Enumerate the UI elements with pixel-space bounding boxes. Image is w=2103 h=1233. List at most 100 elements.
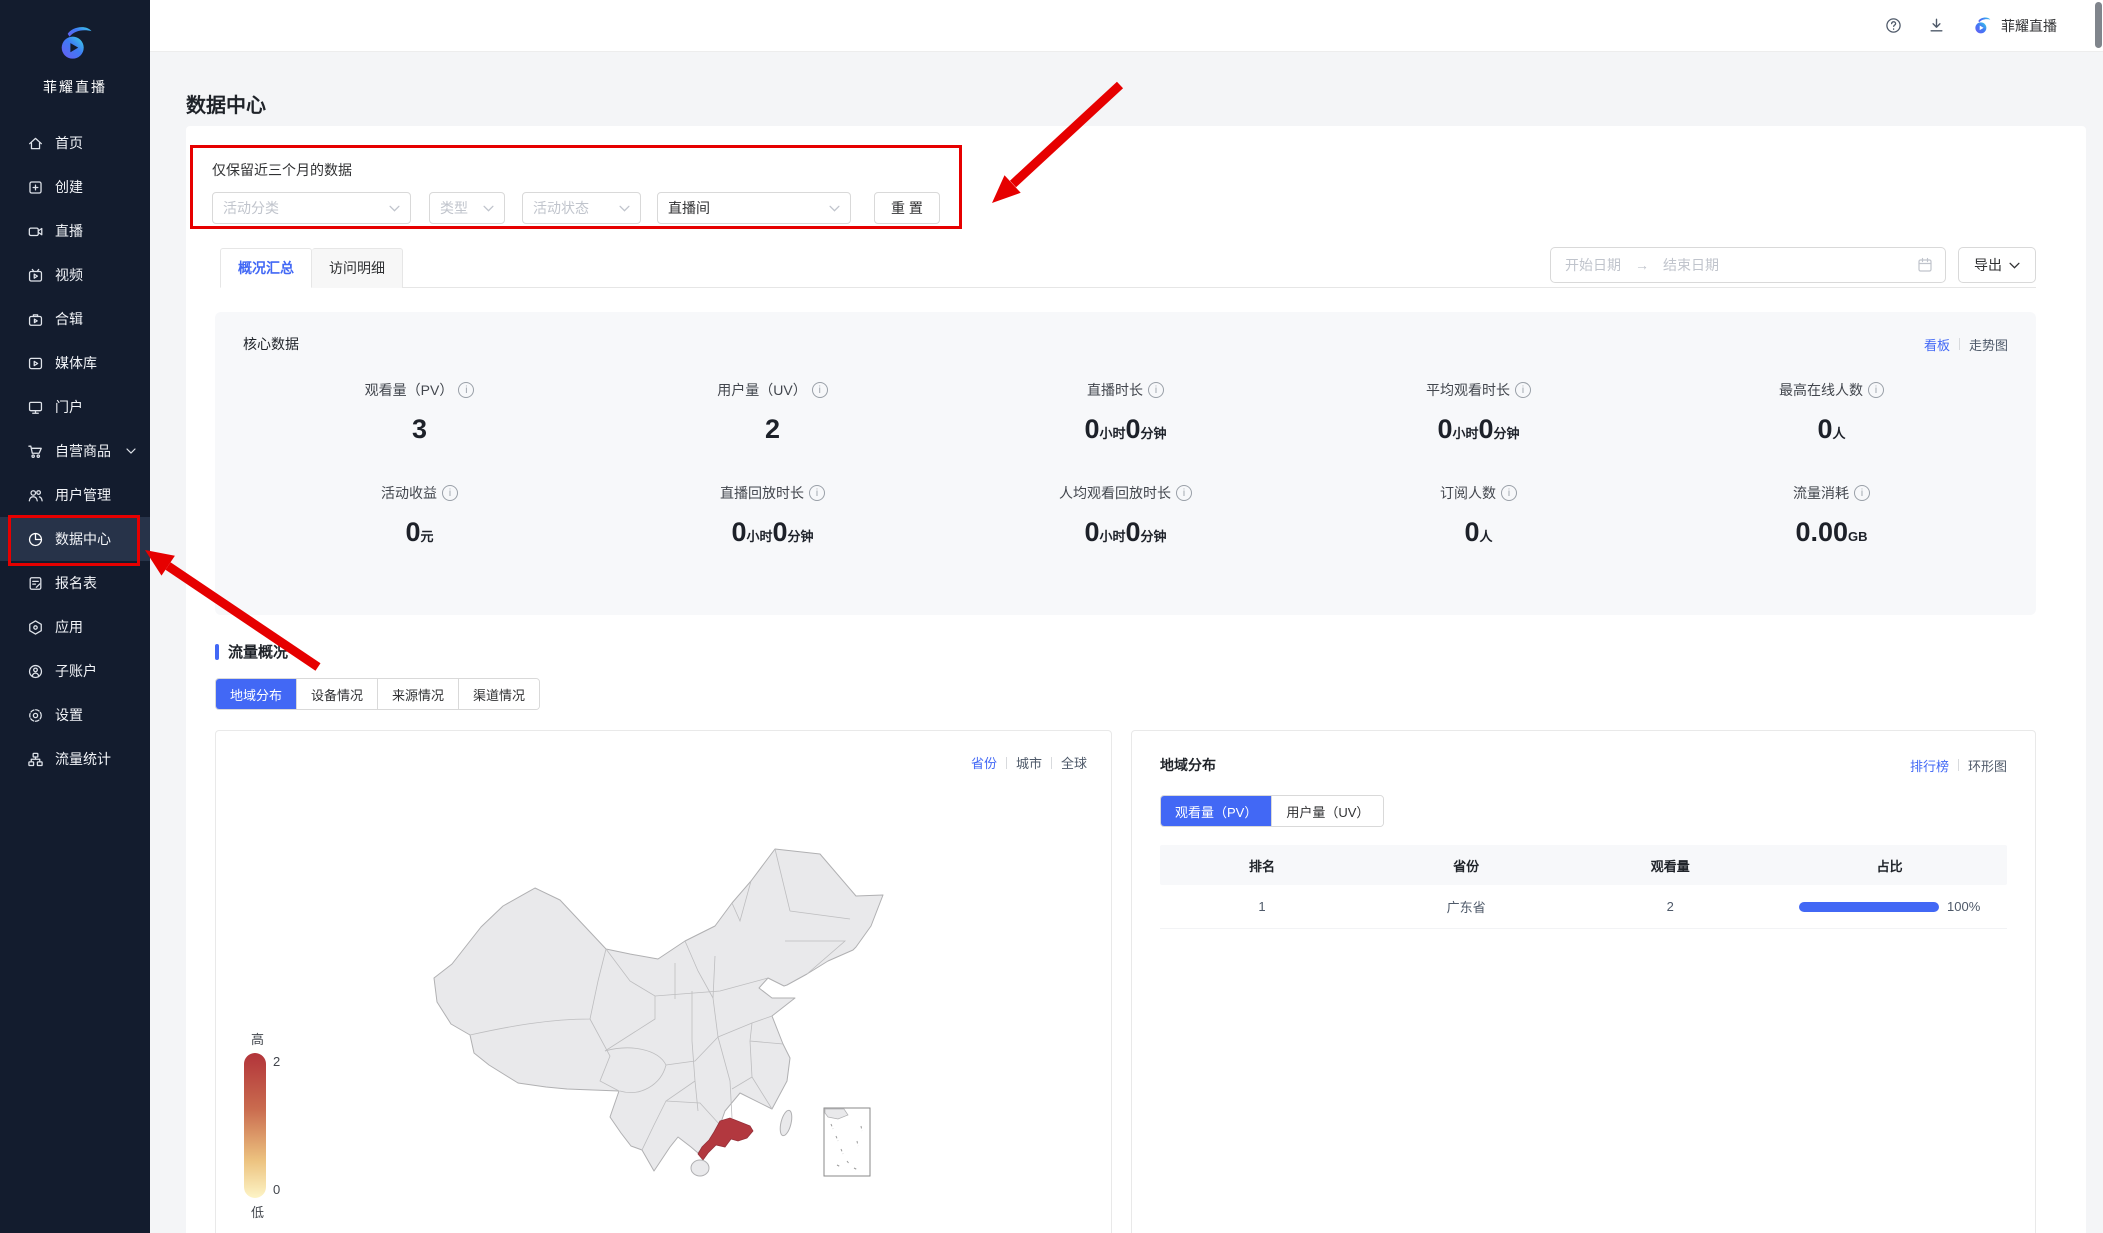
sidebar-item-label: 创建 [55, 177, 83, 197]
sidebar-item-traffic-stats[interactable]: 流量统计 [0, 737, 150, 781]
info-icon[interactable] [458, 382, 474, 398]
tab-views-pv[interactable]: 观看量（PV） [1161, 796, 1271, 826]
reset-button[interactable]: 重 置 [874, 192, 940, 224]
brand-logo-small-icon [1971, 15, 1993, 37]
app-window: 菲耀直播 首页 创建 直播 视频 合辑 [0, 0, 2103, 1233]
view-trend[interactable]: 走势图 [1969, 335, 2008, 354]
legend-high-label: 高 [251, 1029, 280, 1048]
sidebar-item-label: 视频 [55, 265, 83, 285]
sidebar-nav: 首页 创建 直播 视频 合辑 媒体库 [0, 121, 150, 781]
type-select[interactable]: 类型 [429, 192, 505, 224]
sidebar-item-label: 应用 [55, 617, 83, 637]
tab-visit-detail[interactable]: 访问明细 [312, 248, 403, 288]
select-placeholder: 活动分类 [223, 198, 279, 218]
divider [1006, 757, 1007, 769]
sub-account-icon [27, 663, 44, 680]
sidebar-item-label: 直播 [55, 221, 83, 241]
tab-users-uv[interactable]: 用户量（UV） [1271, 796, 1383, 826]
metric-avg-watch-duration: 平均观看时长 0小时0分钟 [1302, 380, 1655, 445]
summary-tabs-row: 概况汇总 访问明细 开始日期 → 结束日期 导出 [220, 247, 2036, 288]
sidebar-item-apps[interactable]: 应用 [0, 605, 150, 649]
info-icon[interactable] [1176, 485, 1192, 501]
sidebar-item-label: 自营商品 [55, 441, 111, 461]
sidebar-item-products[interactable]: 自营商品 [0, 429, 150, 473]
account-menu[interactable]: 菲耀直播 [1971, 15, 2057, 37]
core-data-card: 核心数据 看板 走势图 观看量（PV） 3 用户量（UV） 2 直播时长 [215, 312, 2036, 615]
col-ratio: 占比 [1772, 856, 2007, 875]
sidebar-item-portal[interactable]: 门户 [0, 385, 150, 429]
calendar-icon [1917, 257, 1933, 273]
brand-name: 菲耀直播 [0, 77, 150, 97]
level-province[interactable]: 省份 [971, 753, 997, 772]
scope-select[interactable]: 直播间 [657, 192, 851, 224]
sidebar-item-settings[interactable]: 设置 [0, 693, 150, 737]
brand-block: 菲耀直播 [0, 0, 150, 97]
sidebar-item-data-center[interactable]: 数据中心 [0, 517, 150, 561]
level-city[interactable]: 城市 [1016, 753, 1042, 772]
divider [1958, 759, 1959, 771]
map-level-toggle: 省份 城市 全球 [240, 753, 1087, 772]
sidebar-item-video[interactable]: 视频 [0, 253, 150, 297]
metrics-grid: 观看量（PV） 3 用户量（UV） 2 直播时长 0小时0分钟 平均观看时长 0… [243, 380, 2008, 548]
legend-min: 0 [273, 1182, 280, 1197]
view-donut[interactable]: 环形图 [1968, 756, 2007, 775]
chevron-down-icon [126, 448, 136, 454]
activity-status-select[interactable]: 活动状态 [522, 192, 641, 224]
apps-hexagon-icon [27, 619, 44, 636]
sidebar-item-label: 流量统计 [55, 749, 111, 769]
sidebar-item-create[interactable]: 创建 [0, 165, 150, 209]
tab-source[interactable]: 来源情况 [377, 679, 458, 709]
sidebar-item-user-management[interactable]: 用户管理 [0, 473, 150, 517]
tab-overview-summary[interactable]: 概况汇总 [220, 248, 312, 288]
info-icon[interactable] [1501, 485, 1517, 501]
info-icon[interactable] [442, 485, 458, 501]
info-icon[interactable] [1515, 382, 1531, 398]
traffic-stats-icon [27, 751, 44, 768]
chevron-down-icon [2009, 262, 2020, 269]
metric-revenue: 活动收益 0元 [243, 483, 596, 548]
sidebar-item-sub-account[interactable]: 子账户 [0, 649, 150, 693]
tab-device[interactable]: 设备情况 [296, 679, 377, 709]
china-choropleth-map[interactable] [430, 841, 886, 1177]
tab-channel[interactable]: 渠道情况 [458, 679, 539, 709]
divider [1959, 338, 1960, 350]
sidebar-item-home[interactable]: 首页 [0, 121, 150, 165]
metric-replay-duration: 直播回放时长 0小时0分钟 [596, 483, 949, 548]
metric-subscribers: 订阅人数 0人 [1302, 483, 1655, 548]
sidebar-item-media-library[interactable]: 媒体库 [0, 341, 150, 385]
view-board[interactable]: 看板 [1924, 335, 1950, 354]
info-icon[interactable] [1868, 382, 1884, 398]
sidebar-item-label: 设置 [55, 705, 83, 725]
chevron-down-icon [829, 205, 840, 212]
start-date-placeholder: 开始日期 [1565, 255, 1621, 275]
info-icon[interactable] [1148, 382, 1164, 398]
metric-live-duration: 直播时长 0小时0分钟 [949, 380, 1302, 445]
info-icon[interactable] [1854, 485, 1870, 501]
col-views: 观看量 [1568, 856, 1772, 875]
metric-max-online: 最高在线人数 0人 [1655, 380, 2008, 445]
vertical-scrollbar-thumb[interactable] [2095, 2, 2102, 48]
date-range-picker[interactable]: 开始日期 → 结束日期 [1550, 247, 1946, 283]
table-row[interactable]: 1 广东省 2 100% [1160, 885, 2007, 929]
download-icon[interactable] [1928, 17, 1945, 34]
cell-views: 2 [1568, 899, 1772, 914]
metric-pv: 观看量（PV） 3 [243, 380, 596, 445]
gear-icon [27, 707, 44, 724]
chevron-down-icon [619, 205, 630, 212]
legend-gradient-bar [244, 1053, 266, 1198]
level-global[interactable]: 全球 [1061, 753, 1087, 772]
help-icon[interactable] [1885, 17, 1902, 34]
map-panel: 省份 城市 全球 [215, 730, 1112, 1233]
view-ranking[interactable]: 排行榜 [1910, 756, 1949, 775]
export-button[interactable]: 导出 [1958, 247, 2036, 283]
sidebar-item-live[interactable]: 直播 [0, 209, 150, 253]
sidebar-item-collection[interactable]: 合辑 [0, 297, 150, 341]
tab-region-distribution[interactable]: 地域分布 [216, 679, 296, 709]
section-accent-bar [215, 644, 219, 660]
legend-max: 2 [273, 1054, 280, 1069]
info-icon[interactable] [812, 382, 828, 398]
sidebar-item-registration-form[interactable]: 报名表 [0, 561, 150, 605]
activity-category-select[interactable]: 活动分类 [212, 192, 411, 224]
topbar: 菲耀直播 [150, 0, 2103, 52]
info-icon[interactable] [809, 485, 825, 501]
